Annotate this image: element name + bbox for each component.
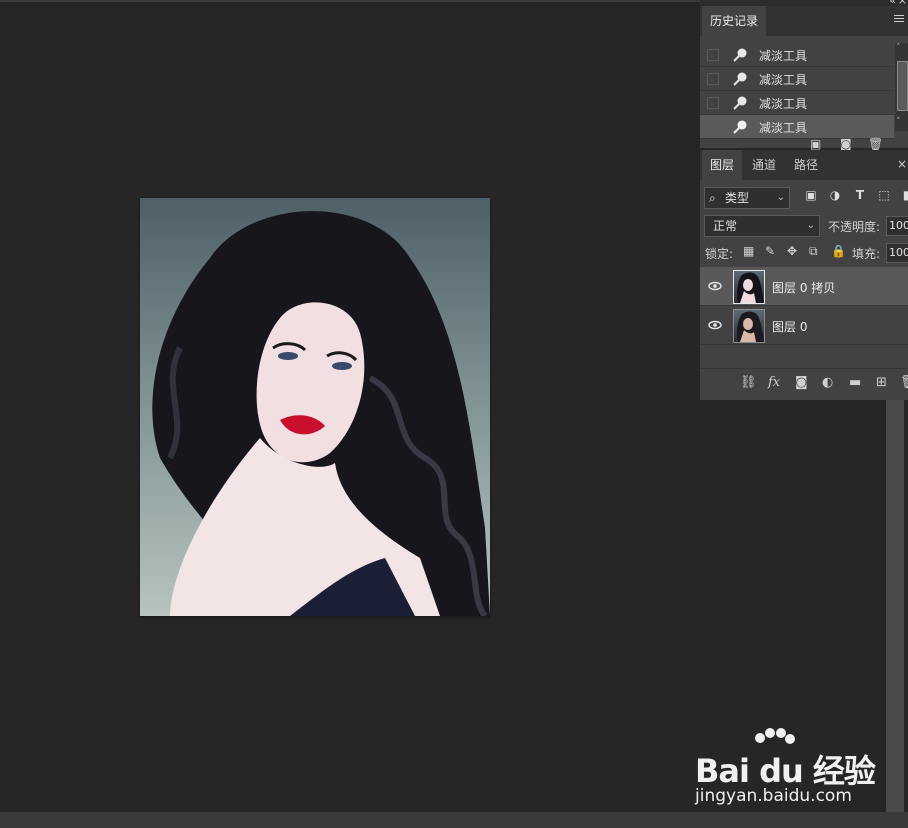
layers-tabbar: 图层 通道 路径 × bbox=[700, 150, 908, 180]
new-group-folder-icon[interactable]: ▬ bbox=[849, 375, 861, 390]
opacity-input[interactable]: 100% bbox=[886, 216, 908, 236]
shape-layer-filter-icon[interactable]: ⬚ bbox=[877, 188, 891, 202]
dodge-tool-icon bbox=[733, 120, 747, 134]
adjustment-layer-filter-icon[interactable]: ◑ bbox=[828, 188, 842, 202]
type-layer-filter-icon[interactable]: T bbox=[853, 188, 867, 202]
fx-layer-style-icon[interactable]: fx bbox=[768, 375, 780, 390]
watermark-url: jingyan.baidu.com bbox=[695, 786, 852, 806]
dodge-tool-icon bbox=[733, 48, 747, 62]
layers-panel: 图层 通道 路径 × ⌕ 类型 ⌄ ▣ ◑ T ⬚ ▮ 正常 ⌄ 不透明度: 1… bbox=[700, 150, 908, 400]
smart-object-filter-icon[interactable]: ▮ bbox=[899, 188, 908, 202]
history-item-label: 减淡工具 bbox=[759, 97, 808, 111]
scroll-down-icon[interactable]: ˅ bbox=[896, 117, 901, 127]
fill-input[interactable]: 100% bbox=[886, 243, 908, 263]
new-document-from-state-icon[interactable]: ▣ bbox=[810, 137, 821, 151]
baidu-jingyan-watermark: Bai du 经验 jingyan.baidu.com bbox=[695, 728, 876, 808]
lock-fill-row: 锁定: ▦ ✎ ✥ ⧉ 🔒 填充: 100% bbox=[700, 240, 908, 264]
tab-paths[interactable]: 路径 bbox=[786, 150, 826, 180]
layer-name: 图层 0 bbox=[772, 320, 808, 334]
fill-label: 填充: bbox=[852, 247, 881, 261]
history-item[interactable]: 减淡工具 bbox=[700, 91, 894, 115]
search-icon: ⌕ bbox=[709, 191, 716, 205]
history-panel: « × 历史记录 减淡工具 减淡工具 减淡工具 减淡工具 ˄ ˅ ▣ ◙ 🗑 bbox=[700, 0, 908, 151]
add-mask-icon[interactable]: ◙ bbox=[795, 375, 808, 390]
portrait-photo bbox=[152, 211, 490, 616]
blend-opacity-row: 正常 ⌄ 不透明度: 100% bbox=[700, 213, 908, 237]
lock-position-icon[interactable]: ✥ bbox=[787, 244, 797, 258]
opacity-label: 不透明度: bbox=[828, 220, 881, 234]
layer-row-selected[interactable]: 图层 0 拷贝 bbox=[700, 267, 908, 306]
trash-icon[interactable]: 🗑 bbox=[868, 137, 883, 151]
history-item[interactable]: 减淡工具 bbox=[700, 67, 894, 91]
layers-footer: ⛓ fx ◙ ◐ ▬ ⊞ 🗑 bbox=[700, 368, 908, 397]
chevron-down-icon: ⌄ bbox=[806, 220, 815, 231]
lock-transparent-pixels-icon[interactable]: ▦ bbox=[743, 244, 754, 258]
layer-row[interactable]: 图层 0 bbox=[700, 306, 908, 345]
history-item[interactable]: 减淡工具 bbox=[700, 43, 894, 67]
horizontal-scrollbar[interactable] bbox=[0, 812, 908, 828]
layer-thumbnail bbox=[733, 270, 765, 304]
blend-mode-value: 正常 bbox=[713, 219, 738, 233]
history-footer: ▣ ◙ 🗑 bbox=[700, 134, 908, 151]
lock-image-pixels-icon[interactable]: ✎ bbox=[765, 244, 775, 258]
blend-mode-select[interactable]: 正常 ⌄ bbox=[704, 215, 820, 237]
layer-filter-select[interactable]: ⌕ 类型 ⌄ bbox=[704, 187, 790, 209]
new-adjustment-layer-icon[interactable]: ◐ bbox=[822, 375, 833, 390]
history-item-label: 减淡工具 bbox=[759, 73, 808, 87]
lock-artboard-icon[interactable]: ⧉ bbox=[809, 244, 818, 259]
layer-filter-value: 类型 bbox=[725, 191, 750, 205]
eye-visibility-icon[interactable] bbox=[708, 318, 722, 332]
eye-visibility-icon[interactable] bbox=[708, 279, 722, 293]
history-tabbar: 历史记录 bbox=[700, 6, 908, 36]
history-snapshot-checkbox[interactable] bbox=[707, 121, 719, 133]
scrollbar-thumb[interactable] bbox=[897, 61, 908, 111]
layer-name: 图层 0 拷贝 bbox=[772, 281, 836, 295]
layer-thumbnail bbox=[733, 309, 765, 343]
chevron-down-icon: ⌄ bbox=[776, 192, 785, 203]
tab-history[interactable]: 历史记录 bbox=[702, 6, 767, 36]
tab-channels[interactable]: 通道 bbox=[744, 150, 784, 180]
history-list: 减淡工具 减淡工具 减淡工具 减淡工具 bbox=[700, 43, 894, 139]
link-layers-icon[interactable]: ⛓ bbox=[740, 375, 757, 390]
close-panel-icon[interactable]: × bbox=[897, 157, 907, 171]
scroll-up-icon[interactable]: ˄ bbox=[896, 43, 901, 53]
history-scrollbar[interactable]: ˄ ˅ bbox=[895, 43, 908, 131]
dodge-tool-icon bbox=[733, 72, 747, 86]
panel-menu-icon[interactable] bbox=[894, 15, 904, 24]
history-snapshot-checkbox[interactable] bbox=[707, 73, 719, 85]
history-snapshot-checkbox[interactable] bbox=[707, 49, 719, 61]
pixel-layer-filter-icon[interactable]: ▣ bbox=[804, 188, 818, 202]
lock-all-icon[interactable]: 🔒 bbox=[831, 244, 846, 258]
lock-label: 锁定: bbox=[705, 247, 734, 261]
dodge-tool-icon bbox=[733, 96, 747, 110]
tab-layers[interactable]: 图层 bbox=[702, 150, 743, 180]
new-layer-icon[interactable]: ⊞ bbox=[876, 375, 887, 390]
history-snapshot-checkbox[interactable] bbox=[707, 97, 719, 109]
document-canvas-image[interactable] bbox=[140, 198, 490, 616]
history-item-label: 减淡工具 bbox=[759, 49, 808, 63]
delete-layer-icon[interactable]: 🗑 bbox=[900, 375, 908, 390]
vertical-scrollbar[interactable] bbox=[886, 400, 904, 812]
camera-snapshot-icon[interactable]: ◙ bbox=[840, 137, 852, 151]
